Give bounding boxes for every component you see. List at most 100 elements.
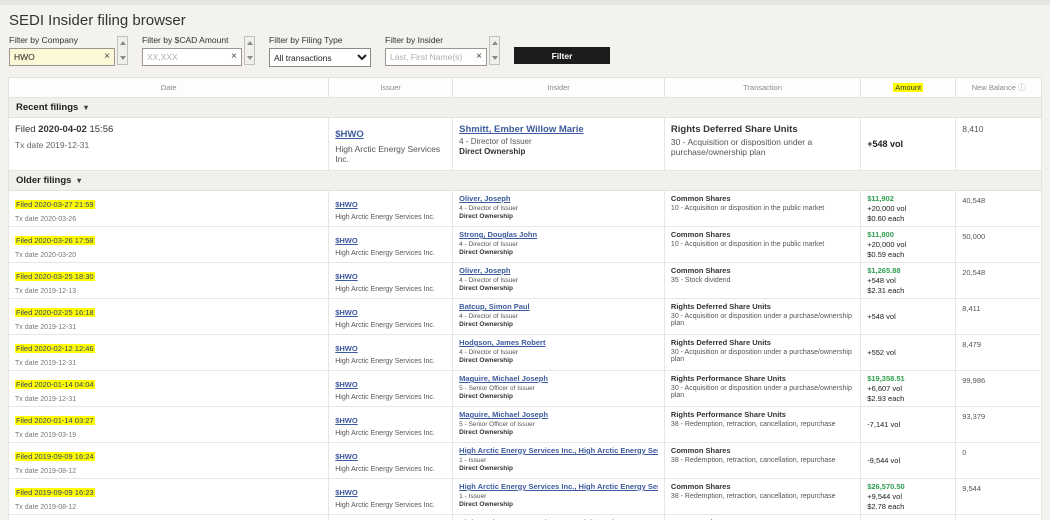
transaction-type: 10 - Acquisition or disposition in the p…	[671, 205, 854, 212]
insider-link[interactable]: Batcup, Simon Paul	[459, 302, 658, 311]
issuer-ticker-link[interactable]: $HWO	[335, 236, 358, 245]
issuer-cell: $HWO High Arctic Energy Services Inc.	[329, 299, 453, 335]
issuer-name: High Arctic Energy Services Inc.	[335, 502, 446, 509]
new-balance-cell: 0	[956, 443, 1042, 479]
new-balance-cell: 8,411	[956, 299, 1042, 335]
ownership-type: Direct Ownership	[459, 429, 658, 436]
amount-cell: -7,141 vol	[861, 407, 956, 443]
insider-role: 5 - Senior Officer of Issuer	[459, 385, 658, 392]
info-icon[interactable]: ⓘ	[1018, 83, 1026, 92]
insider-link[interactable]: Oliver, Joseph	[459, 194, 658, 203]
insider-filter-spinner[interactable]	[489, 36, 500, 65]
company-filter-input[interactable]	[10, 52, 100, 62]
clear-insider-icon[interactable]: ×	[472, 52, 486, 62]
insider-cell: High Arctic Energy Services Inc., High A…	[453, 479, 665, 515]
amount-cad: $19,358.51	[867, 374, 949, 383]
filing-type-select[interactable]: All transactions	[269, 48, 371, 67]
issuer-ticker-link[interactable]: $HWO	[335, 344, 358, 353]
transaction-type: 30 - Acquisition or disposition under a …	[671, 313, 854, 327]
filing-row-recent: Filed 2020-04-02 15:56 Tx date 2019-12-3…	[9, 118, 1042, 171]
date-cell: Filed 2019-09-09 16:23 Tx date 2019-08-0…	[9, 515, 329, 520]
issuer-ticker-link[interactable]: $HWO	[335, 380, 358, 389]
clear-company-icon[interactable]: ×	[100, 52, 114, 62]
issuer-ticker-link[interactable]: $HWO	[335, 129, 364, 140]
clear-amount-icon[interactable]: ×	[227, 52, 241, 62]
insider-link[interactable]: Hodgson, James Robert	[459, 338, 658, 347]
company-filter-spinner[interactable]	[117, 36, 128, 65]
tx-date: Tx date 2019-08-12	[15, 504, 322, 511]
issuer-ticker-link[interactable]: $HWO	[335, 308, 358, 317]
issuer-cell: $HWO High Arctic Energy Services Inc.	[329, 407, 453, 443]
issuer-cell: $HWO High Arctic Energy Services Inc.	[329, 515, 453, 520]
insider-link[interactable]: Oliver, Joseph	[459, 266, 658, 275]
new-balance-cell: 8,410	[956, 118, 1042, 171]
spinner-up-icon[interactable]	[247, 41, 253, 45]
recent-filings-toggle[interactable]: Recent filings ▾	[9, 98, 1042, 118]
issuer-ticker-link[interactable]: $HWO	[335, 416, 358, 425]
filter-button[interactable]: Filter	[514, 47, 610, 64]
transaction-type: 35 - Stock dividend	[671, 277, 854, 284]
transaction-type: 30 - Acquisition or disposition under a …	[671, 349, 854, 363]
insider-link[interactable]: High Arctic Energy Services Inc., High A…	[459, 482, 658, 491]
amount-volume: -7,141 vol	[867, 420, 949, 429]
issuer-cell: $HWO High Arctic Energy Services Inc.	[329, 227, 453, 263]
issuer-ticker-link[interactable]: $HWO	[335, 200, 358, 209]
date-cell: Filed 2020-04-02 15:56 Tx date 2019-12-3…	[9, 118, 329, 171]
insider-role: 4 - Director of Issuer	[459, 349, 658, 356]
tx-date: Tx date 2020-03-20	[15, 252, 322, 259]
issuer-name: High Arctic Energy Services Inc.	[335, 358, 446, 365]
insider-link[interactable]: Shmitt, Ember Willow Marie	[459, 124, 658, 135]
insider-role: 1 - Issuer	[459, 457, 658, 464]
filing-row: Filed 2019-09-09 16:23 Tx date 2019-08-1…	[9, 479, 1042, 515]
ownership-type: Direct Ownership	[459, 147, 658, 156]
ownership-type: Direct Ownership	[459, 321, 658, 328]
amount-price-each: $0.60 each	[867, 214, 949, 223]
issuer-name: High Arctic Energy Services Inc.	[335, 430, 446, 437]
security-type: Rights Performance Share Units	[671, 374, 854, 383]
insider-cell: High Arctic Energy Services Inc., High A…	[453, 515, 665, 520]
transaction-cell: Rights Performance Share Units 30 - Acqu…	[664, 371, 860, 407]
amount-volume: +20,000 vol	[867, 204, 949, 213]
transaction-type: 30 - Acquisition or disposition under a …	[671, 137, 854, 157]
amount-filter-input[interactable]	[143, 52, 227, 62]
insider-role: 5 - Senior Officer of Issuer	[459, 421, 658, 428]
ownership-type: Direct Ownership	[459, 213, 658, 220]
insider-filter-group: Filter by Insider ×	[385, 35, 500, 66]
issuer-cell: $HWO High Arctic Energy Services Inc.	[329, 191, 453, 227]
transaction-type: 38 - Redemption, retraction, cancellatio…	[671, 457, 854, 464]
table-header-row: Date Issuer Insider Transaction Amount N…	[9, 78, 1042, 98]
new-balance-cell: 50,000	[956, 227, 1042, 263]
new-balance-cell: 93,379	[956, 407, 1042, 443]
older-filings-toggle[interactable]: Older filings ▾	[9, 171, 1042, 191]
transaction-cell: Common Shares 10 - Acquisition or dispos…	[664, 227, 860, 263]
insider-link[interactable]: Maguire, Michael Joseph	[459, 410, 658, 419]
company-filter-label: Filter by Company	[9, 35, 115, 45]
amount-filter-spinner[interactable]	[244, 36, 255, 65]
page-title: SEDI Insider filing browser	[9, 12, 1050, 29]
issuer-ticker-link[interactable]: $HWO	[335, 272, 358, 281]
insider-filter-input[interactable]	[386, 52, 472, 62]
insider-link[interactable]: Maguire, Michael Joseph	[459, 374, 658, 383]
filing-type-filter-label: Filter by Filing Type	[269, 35, 371, 45]
new-balance-column-header: New Balanceⓘ	[956, 78, 1042, 98]
issuer-ticker-link[interactable]: $HWO	[335, 488, 358, 497]
issuer-cell: $HWO High Arctic Energy Services Inc.	[329, 335, 453, 371]
issuer-column-header: Issuer	[329, 78, 453, 98]
insider-role: 4 - Director of Issuer	[459, 205, 658, 212]
spinner-up-icon[interactable]	[120, 41, 126, 45]
insider-cell: Batcup, Simon Paul 4 - Director of Issue…	[453, 299, 665, 335]
insider-link[interactable]: Strong, Douglas John	[459, 230, 658, 239]
issuer-ticker-link[interactable]: $HWO	[335, 452, 358, 461]
transaction-type: 38 - Redemption, retraction, cancellatio…	[671, 493, 854, 500]
spinner-down-icon[interactable]	[120, 56, 126, 60]
spinner-down-icon[interactable]	[247, 56, 253, 60]
tx-date: Tx date 2019-12-31	[15, 396, 322, 403]
insider-column-header: Insider	[453, 78, 665, 98]
spinner-down-icon[interactable]	[492, 56, 498, 60]
spinner-up-icon[interactable]	[492, 41, 498, 45]
security-type: Common Shares	[671, 446, 854, 455]
amount-volume: -9,544 vol	[867, 456, 949, 465]
tx-date: Tx date 2019-03-19	[15, 432, 322, 439]
insider-link[interactable]: High Arctic Energy Services Inc., High A…	[459, 446, 658, 455]
amount-cell: +548 vol	[861, 118, 956, 171]
